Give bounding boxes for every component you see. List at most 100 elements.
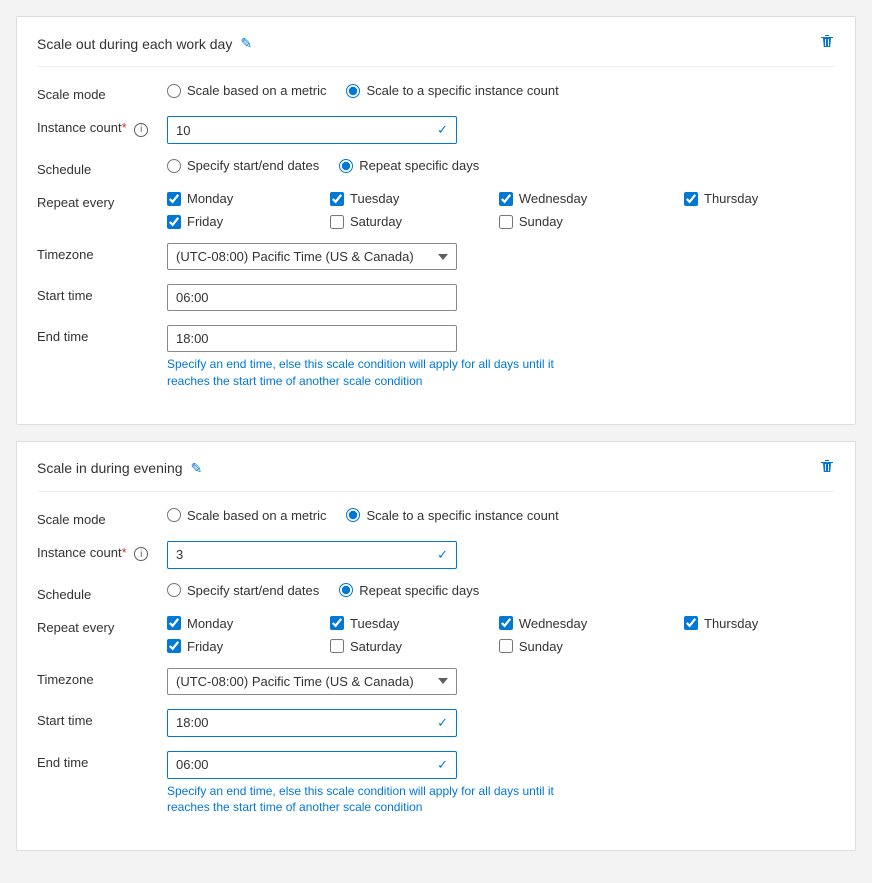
scale-instance-option-2[interactable]: Scale to a specific instance count: [346, 508, 558, 523]
day-tuesday-checkbox-1[interactable]: [330, 192, 344, 206]
edit-icon-1[interactable]: ✎: [240, 35, 252, 52]
day-friday-1[interactable]: Friday: [167, 214, 310, 229]
day-monday-checkbox-2[interactable]: [167, 616, 181, 630]
day-saturday-checkbox-2[interactable]: [330, 639, 344, 653]
delete-icon-1[interactable]: [819, 33, 835, 54]
end-time-label-2: End time: [37, 751, 167, 770]
info-icon-1[interactable]: i: [134, 123, 148, 137]
scale-mode-radio-group-2: Scale based on a metric Scale to a speci…: [167, 508, 835, 523]
day-wednesday-checkbox-1[interactable]: [499, 192, 513, 206]
scale-instance-option-1[interactable]: Scale to a specific instance count: [346, 83, 558, 98]
day-friday-label-1: Friday: [187, 214, 223, 229]
day-monday-label-2: Monday: [187, 616, 233, 631]
specify-dates-label-1: Specify start/end dates: [187, 158, 319, 173]
day-tuesday-checkbox-2[interactable]: [330, 616, 344, 630]
timezone-select-1[interactable]: (UTC-08:00) Pacific Time (US & Canada): [167, 243, 457, 270]
day-wednesday-2[interactable]: Wednesday: [499, 616, 664, 631]
schedule-radio-group-1: Specify start/end dates Repeat specific …: [167, 158, 835, 173]
start-time-label-1: Start time: [37, 284, 167, 303]
start-time-input-2[interactable]: 18:00 ✓: [167, 709, 457, 737]
day-friday-checkbox-1[interactable]: [167, 215, 181, 229]
edit-icon-2[interactable]: ✎: [191, 460, 203, 477]
start-time-content-2: 18:00 ✓: [167, 709, 835, 737]
day-wednesday-1[interactable]: Wednesday: [499, 191, 664, 206]
repeat-days-radio-2[interactable]: [339, 583, 353, 597]
timezone-content-1: (UTC-08:00) Pacific Time (US & Canada): [167, 243, 835, 270]
day-wednesday-checkbox-2[interactable]: [499, 616, 513, 630]
schedule-radio-group-2: Specify start/end dates Repeat specific …: [167, 583, 835, 598]
scale-mode-label-2: Scale mode: [37, 508, 167, 527]
day-thursday-checkbox-2[interactable]: [684, 616, 698, 630]
day-saturday-2[interactable]: Saturday: [330, 639, 479, 654]
delete-icon-2[interactable]: [819, 458, 835, 479]
day-sunday-1[interactable]: Sunday: [499, 214, 664, 229]
repeat-days-option-1[interactable]: Repeat specific days: [339, 158, 479, 173]
instance-count-label-2: Instance count* i: [37, 541, 167, 562]
scale-metric-option-1[interactable]: Scale based on a metric: [167, 83, 326, 98]
start-time-input-1[interactable]: [167, 284, 457, 311]
card-header-2: Scale in during evening ✎: [37, 458, 835, 492]
day-saturday-1[interactable]: Saturday: [330, 214, 479, 229]
timezone-select-2[interactable]: (UTC-08:00) Pacific Time (US & Canada): [167, 668, 457, 695]
end-time-row-2: End time 06:00 ✓ Specify an end time, el…: [37, 751, 835, 817]
day-monday-checkbox-1[interactable]: [167, 192, 181, 206]
day-tuesday-1[interactable]: Tuesday: [330, 191, 479, 206]
repeat-every-label-1: Repeat every: [37, 191, 167, 210]
repeat-days-radio-1[interactable]: [339, 159, 353, 173]
schedule-content-2: Specify start/end dates Repeat specific …: [167, 583, 835, 598]
card-title-area-2: Scale in during evening ✎: [37, 460, 202, 477]
scale-instance-radio-2[interactable]: [346, 508, 360, 522]
end-time-input-2[interactable]: 06:00 ✓: [167, 751, 457, 779]
day-monday-1[interactable]: Monday: [167, 191, 310, 206]
scale-instance-radio-1[interactable]: [346, 84, 360, 98]
scale-mode-content-1: Scale based on a metric Scale to a speci…: [167, 83, 835, 98]
schedule-content-1: Specify start/end dates Repeat specific …: [167, 158, 835, 173]
card-title-1: Scale out during each work day: [37, 36, 232, 52]
repeat-days-option-2[interactable]: Repeat specific days: [339, 583, 479, 598]
timezone-row-2: Timezone (UTC-08:00) Pacific Time (US & …: [37, 668, 835, 695]
end-time-chevron-2: ✓: [437, 757, 448, 773]
scale-mode-row-2: Scale mode Scale based on a metric Scale…: [37, 508, 835, 527]
day-sunday-checkbox-1[interactable]: [499, 215, 513, 229]
scale-mode-radio-group-1: Scale based on a metric Scale to a speci…: [167, 83, 835, 98]
repeat-days-label-2: Repeat specific days: [359, 583, 479, 598]
scale-metric-radio-1[interactable]: [167, 84, 181, 98]
scale-mode-content-2: Scale based on a metric Scale to a speci…: [167, 508, 835, 523]
day-friday-checkbox-2[interactable]: [167, 639, 181, 653]
scale-metric-label-1: Scale based on a metric: [187, 83, 326, 98]
day-friday-2[interactable]: Friday: [167, 639, 310, 654]
scale-metric-option-2[interactable]: Scale based on a metric: [167, 508, 326, 523]
day-saturday-checkbox-1[interactable]: [330, 215, 344, 229]
day-thursday-2[interactable]: Thursday: [684, 616, 835, 631]
specify-dates-option-2[interactable]: Specify start/end dates: [167, 583, 319, 598]
instance-count-input-2[interactable]: 3 ✓: [167, 541, 457, 569]
day-wednesday-label-2: Wednesday: [519, 616, 587, 631]
day-saturday-label-2: Saturday: [350, 639, 402, 654]
specify-dates-radio-2[interactable]: [167, 583, 181, 597]
day-thursday-label-1: Thursday: [704, 191, 758, 206]
instance-count-content-2: 3 ✓: [167, 541, 835, 569]
instance-count-label-1: Instance count* i: [37, 116, 167, 137]
specify-dates-option-1[interactable]: Specify start/end dates: [167, 158, 319, 173]
scale-mode-label-1: Scale mode: [37, 83, 167, 102]
scale-metric-label-2: Scale based on a metric: [187, 508, 326, 523]
day-thursday-1[interactable]: Thursday: [684, 191, 835, 206]
card-scale-out: Scale out during each work day ✎ Scale m…: [16, 16, 856, 425]
day-tuesday-2[interactable]: Tuesday: [330, 616, 479, 631]
scale-metric-radio-2[interactable]: [167, 508, 181, 522]
start-time-row-2: Start time 18:00 ✓: [37, 709, 835, 737]
day-thursday-checkbox-1[interactable]: [684, 192, 698, 206]
day-sunday-2[interactable]: Sunday: [499, 639, 664, 654]
end-time-hint-1: Specify an end time, else this scale con…: [167, 356, 567, 390]
instance-count-input-1[interactable]: 10 ✓: [167, 116, 457, 144]
repeat-every-content-1: Monday Tuesday Wednesday Thursday Friday: [167, 191, 835, 229]
day-tuesday-label-2: Tuesday: [350, 616, 399, 631]
card-header-1: Scale out during each work day ✎: [37, 33, 835, 67]
day-monday-2[interactable]: Monday: [167, 616, 310, 631]
end-time-input-1[interactable]: [167, 325, 457, 352]
info-icon-2[interactable]: i: [134, 547, 148, 561]
specify-dates-radio-1[interactable]: [167, 159, 181, 173]
card-title-area-1: Scale out during each work day ✎: [37, 35, 252, 52]
repeat-every-label-2: Repeat every: [37, 616, 167, 635]
day-sunday-checkbox-2[interactable]: [499, 639, 513, 653]
